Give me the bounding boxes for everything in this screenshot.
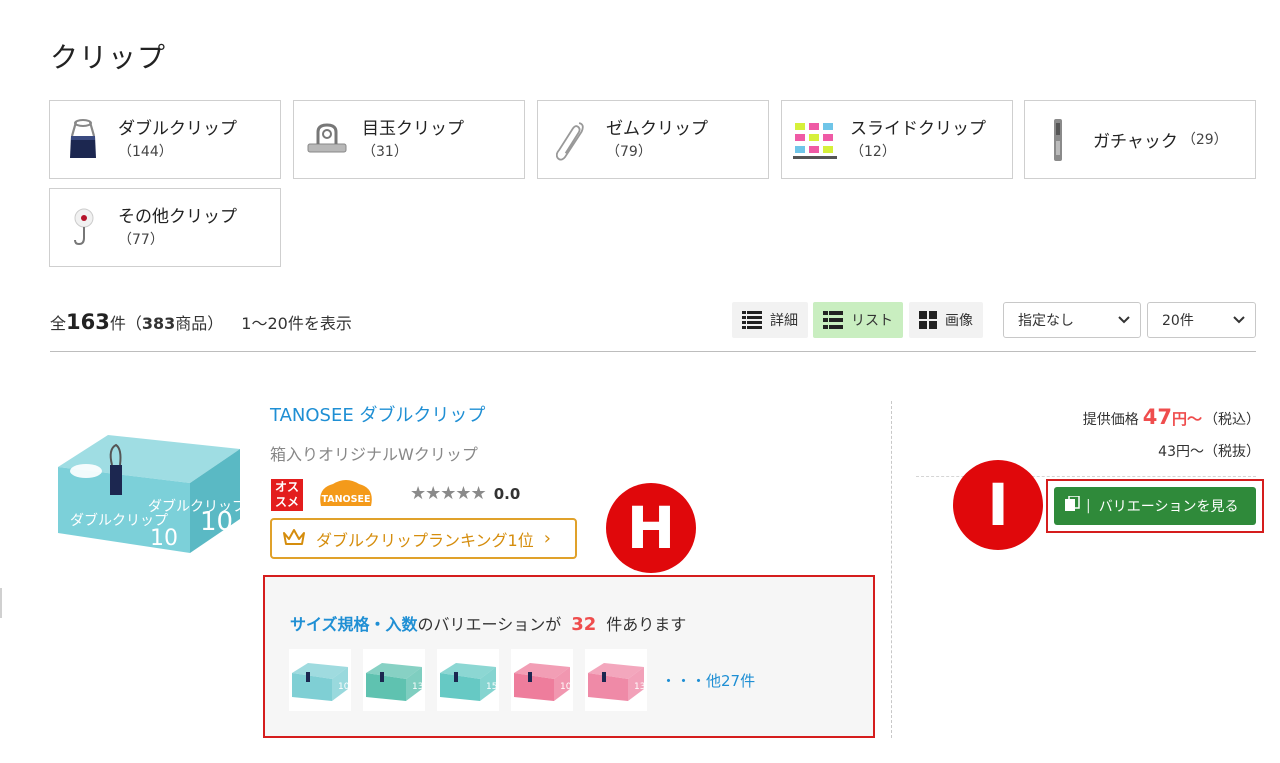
- variation-text-end: 件あります: [606, 615, 687, 634]
- category-name: ガチャック: [1093, 132, 1178, 152]
- variation-thumb-label: 13: [634, 682, 645, 692]
- variation-thumbnail[interactable]: 10: [289, 649, 351, 711]
- sort-select-value: 指定なし: [1018, 313, 1074, 329]
- variation-thumbnail[interactable]: 13: [363, 649, 425, 711]
- ranking-label: ダブルクリップランキング1位: [316, 530, 534, 550]
- recommend-badge-line1: オス: [274, 480, 299, 494]
- variation-thumb-label: 10: [560, 682, 572, 692]
- svg-text:10: 10: [200, 507, 233, 537]
- binder-clip-icon: [294, 100, 360, 179]
- copy-icon: [1064, 495, 1080, 516]
- grid-view-icon: [919, 311, 937, 329]
- category-count: （79）: [606, 143, 652, 160]
- sort-select[interactable]: 指定なし: [1003, 302, 1141, 338]
- view-variations-button[interactable]: | バリエーションを見る: [1054, 487, 1256, 525]
- view-detail-label: 詳細: [770, 313, 798, 329]
- per-page-value: 20件: [1162, 313, 1194, 329]
- product-image[interactable]: ダブルクリップ ダブルクリップ 10 10: [50, 415, 246, 555]
- category-count: （29）: [1181, 131, 1228, 148]
- category-name: ダブルクリップ: [118, 118, 237, 139]
- page-title: クリップ: [50, 41, 167, 74]
- chevron-down-icon: [1233, 313, 1245, 331]
- annotation-marker-h: H: [606, 483, 696, 573]
- variation-summary: サイズ規格・入数 のバリエーションが 32 件あります: [290, 611, 686, 635]
- result-range: 1〜20件を表示: [241, 314, 352, 333]
- category-count: （144）: [118, 143, 173, 160]
- crown-icon: [282, 527, 306, 551]
- result-unit: 件（: [109, 314, 142, 333]
- variation-text-mid: のバリエーションが: [417, 615, 562, 634]
- divider: [891, 401, 892, 738]
- result-toolbar: 全 163 件（ 383 商品） 1〜20件を表示 詳細 リスト 画像 指定なし…: [50, 300, 1256, 352]
- category-count: （31）: [362, 143, 408, 160]
- price-unit: 円〜: [1171, 410, 1202, 428]
- category-count: （77）: [118, 231, 164, 248]
- rating: ★★★★★ 0.0: [410, 483, 520, 504]
- category-double-clip[interactable]: ダブルクリップ （144）: [49, 100, 281, 179]
- per-page-select[interactable]: 20件: [1147, 302, 1256, 338]
- brand-logo: TANOSEE: [313, 478, 379, 512]
- star-rating-icon: ★★★★★: [410, 483, 487, 504]
- view-image-button[interactable]: 画像: [909, 302, 983, 338]
- view-variations-label: バリエーションを見る: [1098, 499, 1239, 515]
- price-tax-in: （税込）: [1204, 412, 1260, 428]
- view-image-label: 画像: [945, 313, 973, 329]
- category-other-clip[interactable]: その他クリップ （77）: [49, 188, 281, 267]
- price-value: 47: [1142, 405, 1172, 429]
- category-name: スライドクリップ: [850, 118, 986, 139]
- result-total: 163: [66, 310, 110, 334]
- price-area: 提供価格 47 円〜 （税込） 43円〜（税抜）: [920, 405, 1260, 461]
- variation-spec-link[interactable]: サイズ規格・入数: [290, 611, 418, 635]
- result-count: 全 163 件（ 383 商品） 1〜20件を表示: [50, 310, 352, 334]
- category-gachakku[interactable]: ガチャック （29）: [1024, 100, 1256, 179]
- result-prefix: 全: [50, 314, 67, 333]
- variation-thumbnail[interactable]: 13: [585, 649, 647, 711]
- variation-thumb-label: 15: [486, 682, 497, 692]
- other-clip-icon: [50, 188, 116, 267]
- rating-score: 0.0: [493, 484, 521, 503]
- double-clip-icon: [50, 100, 116, 179]
- variation-more-link[interactable]: ・・・他27件: [661, 670, 755, 691]
- view-list-button[interactable]: リスト: [813, 302, 903, 338]
- variation-thumbnails: 10 13 15 10 13 ・・・他27件: [289, 649, 755, 711]
- category-name: 目玉クリップ: [362, 118, 464, 139]
- variation-thumbnail[interactable]: 15: [437, 649, 499, 711]
- scroll-edge: [0, 588, 2, 618]
- category-count: （12）: [850, 143, 896, 160]
- variation-thumb-label: 10: [338, 682, 350, 692]
- list-view-icon: [823, 311, 843, 329]
- recommend-badge: オス スメ: [271, 479, 303, 511]
- detail-view-icon: [742, 311, 762, 329]
- button-separator: |: [1086, 498, 1091, 514]
- variation-button-highlight: | バリエーションを見る: [1046, 479, 1264, 533]
- category-paper-clip[interactable]: ゼムクリップ （79）: [537, 100, 769, 179]
- product-subtitle: 箱入りオリジナルWクリップ: [270, 445, 478, 464]
- view-detail-button[interactable]: 詳細: [732, 302, 808, 338]
- variation-thumb-label: 13: [412, 682, 423, 692]
- price-tax-ex: 43円〜（税抜）: [1158, 444, 1260, 460]
- category-binder-clip[interactable]: 目玉クリップ （31）: [293, 100, 525, 179]
- product-name-link[interactable]: TANOSEE ダブルクリップ: [270, 401, 485, 427]
- chevron-down-icon: [1118, 313, 1130, 331]
- category-name: その他クリップ: [118, 206, 237, 227]
- chevron-right-icon: ›: [543, 528, 551, 549]
- ranking-link[interactable]: ダブルクリップランキング1位 ›: [270, 518, 577, 559]
- result-products: 383: [141, 314, 176, 333]
- price-label: 提供価格: [1082, 412, 1139, 428]
- variation-count: 32: [571, 614, 597, 635]
- variation-box: サイズ規格・入数 のバリエーションが 32 件あります 10 13 15 10 13 ・・…: [263, 575, 875, 738]
- slide-clip-icon: [782, 100, 848, 179]
- view-list-label: リスト: [851, 313, 893, 329]
- annotation-marker-i: I: [953, 460, 1043, 550]
- recommend-badge-line2: スメ: [274, 495, 299, 509]
- category-name: ゼムクリップ: [606, 118, 708, 139]
- variation-thumbnail[interactable]: 10: [511, 649, 573, 711]
- gachakku-icon: [1025, 100, 1091, 179]
- result-products-suffix: 商品）: [175, 314, 224, 333]
- svg-text:TANOSEE: TANOSEE: [322, 494, 371, 505]
- paper-clip-icon: [538, 100, 604, 179]
- category-slide-clip[interactable]: スライドクリップ （12）: [781, 100, 1013, 179]
- svg-text:10: 10: [150, 526, 178, 551]
